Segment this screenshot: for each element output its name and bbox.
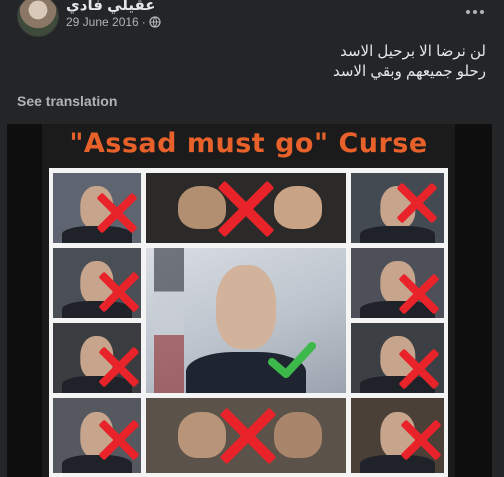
- red-cross-icon: [95, 191, 139, 235]
- collage-board: "Assad must go" Curse: [42, 124, 455, 477]
- more-dot: [473, 10, 477, 14]
- post-text-line: رحلو جميعهم وبقي الاسد: [332, 63, 486, 80]
- red-cross-icon: [397, 272, 441, 316]
- more-options-button[interactable]: [460, 2, 490, 22]
- portrait-tile: [53, 323, 141, 393]
- flag-background: [154, 248, 184, 393]
- post-meta: 29 June 2016 ·: [66, 15, 161, 29]
- author-avatar[interactable]: [17, 0, 59, 37]
- red-cross-icon: [97, 270, 141, 314]
- portrait-face: [274, 185, 322, 229]
- portrait-face: [216, 265, 276, 350]
- portrait-suit: [360, 226, 435, 243]
- more-dot: [480, 10, 484, 14]
- red-cross-icon: [97, 418, 141, 462]
- post-text-line: لن نرضا الا برحيل الاسد: [340, 43, 486, 60]
- globe-icon[interactable]: [149, 16, 161, 28]
- red-cross-icon: [97, 345, 141, 389]
- more-dot: [466, 10, 470, 14]
- portrait-tile: [146, 173, 346, 243]
- red-cross-icon: [397, 347, 441, 391]
- see-translation-link[interactable]: See translation: [17, 93, 117, 109]
- image-headline: "Assad must go" Curse: [69, 128, 428, 159]
- portrait-tile: [351, 248, 444, 318]
- portrait-tile: [53, 398, 141, 473]
- portrait-grid: [49, 168, 448, 477]
- red-cross-icon: [218, 406, 278, 466]
- red-cross-icon: [216, 179, 276, 239]
- portrait-tile: [146, 398, 346, 473]
- portrait-tile: [351, 323, 444, 393]
- center-portrait-tile: [146, 248, 346, 393]
- portrait-tile: [351, 173, 444, 243]
- red-cross-icon: [395, 181, 439, 225]
- green-check-icon: [268, 342, 316, 378]
- portrait-tile: [351, 398, 444, 473]
- portrait-tile: [53, 248, 141, 318]
- meta-separator: ·: [141, 15, 146, 29]
- post-image[interactable]: "Assad must go" Curse: [7, 124, 492, 477]
- author-name[interactable]: عقيلي فادي: [66, 0, 156, 14]
- portrait-tile: [53, 173, 141, 243]
- post-date[interactable]: 29 June 2016: [66, 15, 139, 29]
- post-text: لن نرضا الا برحيل الاسد رحلو جميعهم وبقي…: [86, 42, 486, 82]
- red-cross-icon: [399, 418, 443, 462]
- portrait-face: [274, 411, 322, 458]
